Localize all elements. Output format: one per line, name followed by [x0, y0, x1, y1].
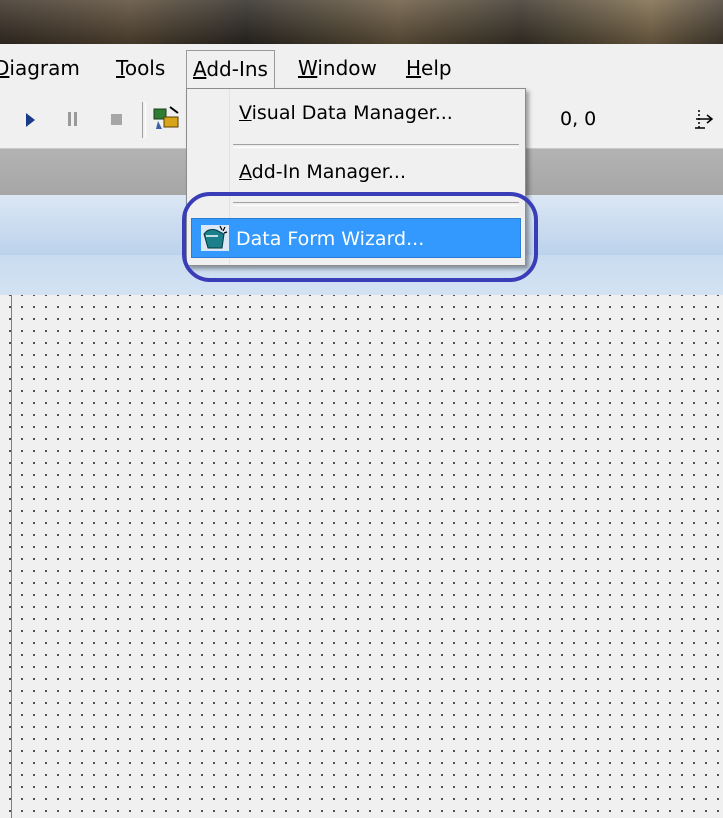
add-in-manager-mnemonic: A [239, 161, 252, 183]
form-design-grid[interactable] [0, 295, 723, 818]
toolbar-separator [142, 102, 146, 138]
menu-diagram-mnemonic: D [0, 56, 10, 80]
menu-add-ins-mnemonic: A [193, 57, 207, 81]
data-form-wizard-icon [201, 225, 229, 251]
menu-window-mnemonic: W [298, 56, 318, 80]
menu-add-ins-label: dd-Ins [206, 57, 268, 81]
menu-tools-label: ools [124, 56, 166, 80]
menu-help[interactable]: Help [400, 50, 458, 86]
add-in-manager-label: dd-In Manager... [251, 161, 406, 183]
menu-diagram-label: iagram [9, 56, 80, 80]
menu-window[interactable]: Window [292, 50, 383, 86]
form-left-border [11, 295, 12, 818]
menu-separator [233, 144, 519, 148]
menu-bar: Diagram Tools Add-Ins Window Help [0, 44, 723, 91]
size-icon[interactable] [693, 106, 717, 132]
stop-icon[interactable] [111, 114, 122, 125]
visual-data-manager-mnemonic: V [239, 102, 252, 124]
menu-help-label: elp [421, 56, 452, 80]
menu-item-data-form-wizard[interactable]: Data Form Wizard... [191, 218, 521, 258]
data-form-wizard-label: Data Form Wizard... [236, 228, 425, 250]
menu-add-ins[interactable]: Add-Ins [186, 50, 275, 88]
menu-separator-2 [233, 202, 519, 206]
menu-item-add-in-manager[interactable]: Add-In Manager... [191, 152, 521, 192]
run-icon[interactable] [26, 113, 35, 127]
menu-help-mnemonic: H [406, 56, 422, 80]
menu-window-label: indow [317, 56, 377, 80]
menu-diagram[interactable]: Diagram [0, 50, 86, 86]
visual-data-manager-label: isual Data Manager... [251, 102, 453, 124]
menu-item-visual-data-manager[interactable]: Visual Data Manager... [191, 93, 521, 133]
pause-icon[interactable] [68, 112, 78, 126]
data-view-icon[interactable] [150, 103, 184, 135]
add-ins-dropdown: Visual Data Manager... Add-In Manager...… [186, 88, 526, 266]
menu-tools[interactable]: Tools [110, 50, 171, 86]
position-readout: 0, 0 [560, 108, 597, 130]
window-title-bar [0, 0, 723, 44]
menu-tools-mnemonic: T [116, 56, 125, 80]
